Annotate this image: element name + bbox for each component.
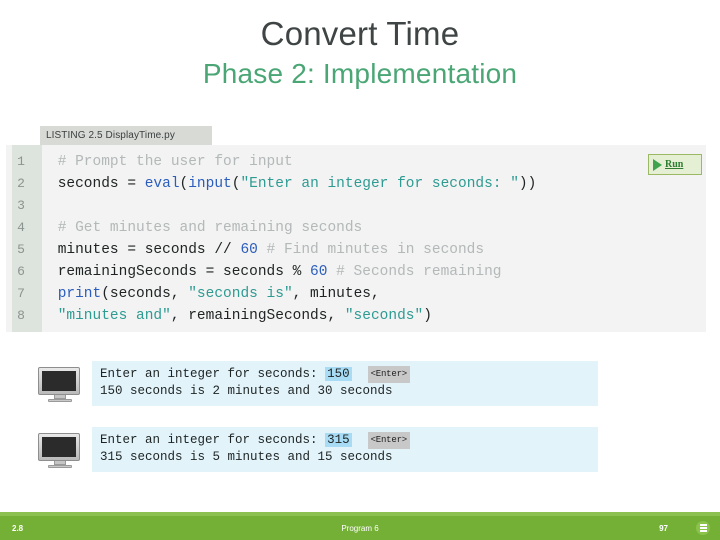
menu-icon[interactable] bbox=[696, 521, 710, 535]
page-title: Convert Time bbox=[260, 15, 460, 52]
code-line: 4 # Get minutes and remaining seconds bbox=[6, 217, 706, 239]
console-prompt: Enter an integer for seconds: bbox=[100, 367, 318, 381]
console-input-value: 315 bbox=[325, 433, 352, 447]
footer-bar: 2.8 Program 6 97 bbox=[0, 516, 720, 540]
monitor-base bbox=[48, 399, 72, 402]
code-line-text: print(seconds, "seconds is", minutes, bbox=[57, 286, 380, 302]
console-prompt-line: Enter an integer for seconds: 315 <Enter> bbox=[100, 432, 598, 449]
monitor-base bbox=[48, 465, 72, 468]
monitor-body bbox=[38, 433, 80, 461]
line-number: 7 bbox=[17, 286, 25, 301]
code-panel: 1 # Prompt the user for input 2 seconds … bbox=[6, 145, 706, 332]
play-icon bbox=[653, 158, 662, 171]
code-line: 8 "minutes and", remainingSeconds, "seco… bbox=[6, 305, 706, 327]
code-line-text: # Prompt the user for input bbox=[57, 154, 293, 170]
run-button-label: Run bbox=[665, 159, 684, 170]
run-button[interactable]: Run bbox=[648, 154, 702, 175]
footer-page-number: 97 bbox=[659, 524, 668, 533]
line-number: 3 bbox=[17, 198, 25, 213]
console-output-1: Enter an integer for seconds: 150 <Enter>… bbox=[92, 361, 598, 406]
monitor-icon bbox=[38, 433, 82, 469]
console-prompt-line: Enter an integer for seconds: 150 <Enter> bbox=[100, 366, 598, 383]
line-number: 1 bbox=[17, 154, 25, 169]
code-line-text: seconds = eval(input("Enter an integer f… bbox=[57, 176, 537, 192]
code-line-text: # Get minutes and remaining seconds bbox=[57, 220, 363, 236]
code-line-text: "minutes and", remainingSeconds, "second… bbox=[57, 308, 432, 324]
footer-title: Program 6 bbox=[341, 524, 379, 533]
enter-key-badge: <Enter> bbox=[367, 432, 410, 449]
code-line-text: remainingSeconds = seconds % 60 # Second… bbox=[57, 264, 502, 280]
console-result-line: 315 seconds is 5 minutes and 15 seconds bbox=[100, 450, 393, 464]
line-number: 5 bbox=[17, 242, 25, 257]
code-lines: 1 # Prompt the user for input 2 seconds … bbox=[6, 151, 706, 327]
monitor-screen bbox=[42, 437, 76, 457]
slide-title-block: Convert Time Phase 2: Implementation bbox=[0, 0, 720, 91]
code-line: 3 bbox=[6, 195, 706, 217]
monitor-icon bbox=[38, 367, 82, 403]
line-number: 2 bbox=[17, 176, 25, 191]
code-line: 5 minutes = seconds // 60 # Find minutes… bbox=[6, 239, 706, 261]
console-output-2: Enter an integer for seconds: 315 <Enter>… bbox=[92, 427, 598, 472]
line-number: 6 bbox=[17, 264, 25, 279]
code-line: 1 # Prompt the user for input bbox=[6, 151, 706, 173]
code-line: 7 print(seconds, "seconds is", minutes, bbox=[6, 283, 706, 305]
page-subtitle: Phase 2: Implementation bbox=[202, 57, 518, 89]
monitor-body bbox=[38, 367, 80, 395]
console-prompt: Enter an integer for seconds: bbox=[100, 433, 318, 447]
code-line-text: minutes = seconds // 60 # Find minutes i… bbox=[57, 242, 485, 258]
line-number: 8 bbox=[17, 308, 25, 323]
listing-caption: LISTING 2.5 DisplayTime.py bbox=[40, 126, 212, 145]
console-result-line: 150 seconds is 2 minutes and 30 seconds bbox=[100, 384, 393, 398]
monitor-screen bbox=[42, 371, 76, 391]
enter-key-badge: <Enter> bbox=[367, 366, 410, 383]
code-line: 6 remainingSeconds = seconds % 60 # Seco… bbox=[6, 261, 706, 283]
code-line: 2 seconds = eval(input("Enter an integer… bbox=[6, 173, 706, 195]
console-input-value: 150 bbox=[325, 367, 352, 381]
line-number: 4 bbox=[17, 220, 25, 235]
